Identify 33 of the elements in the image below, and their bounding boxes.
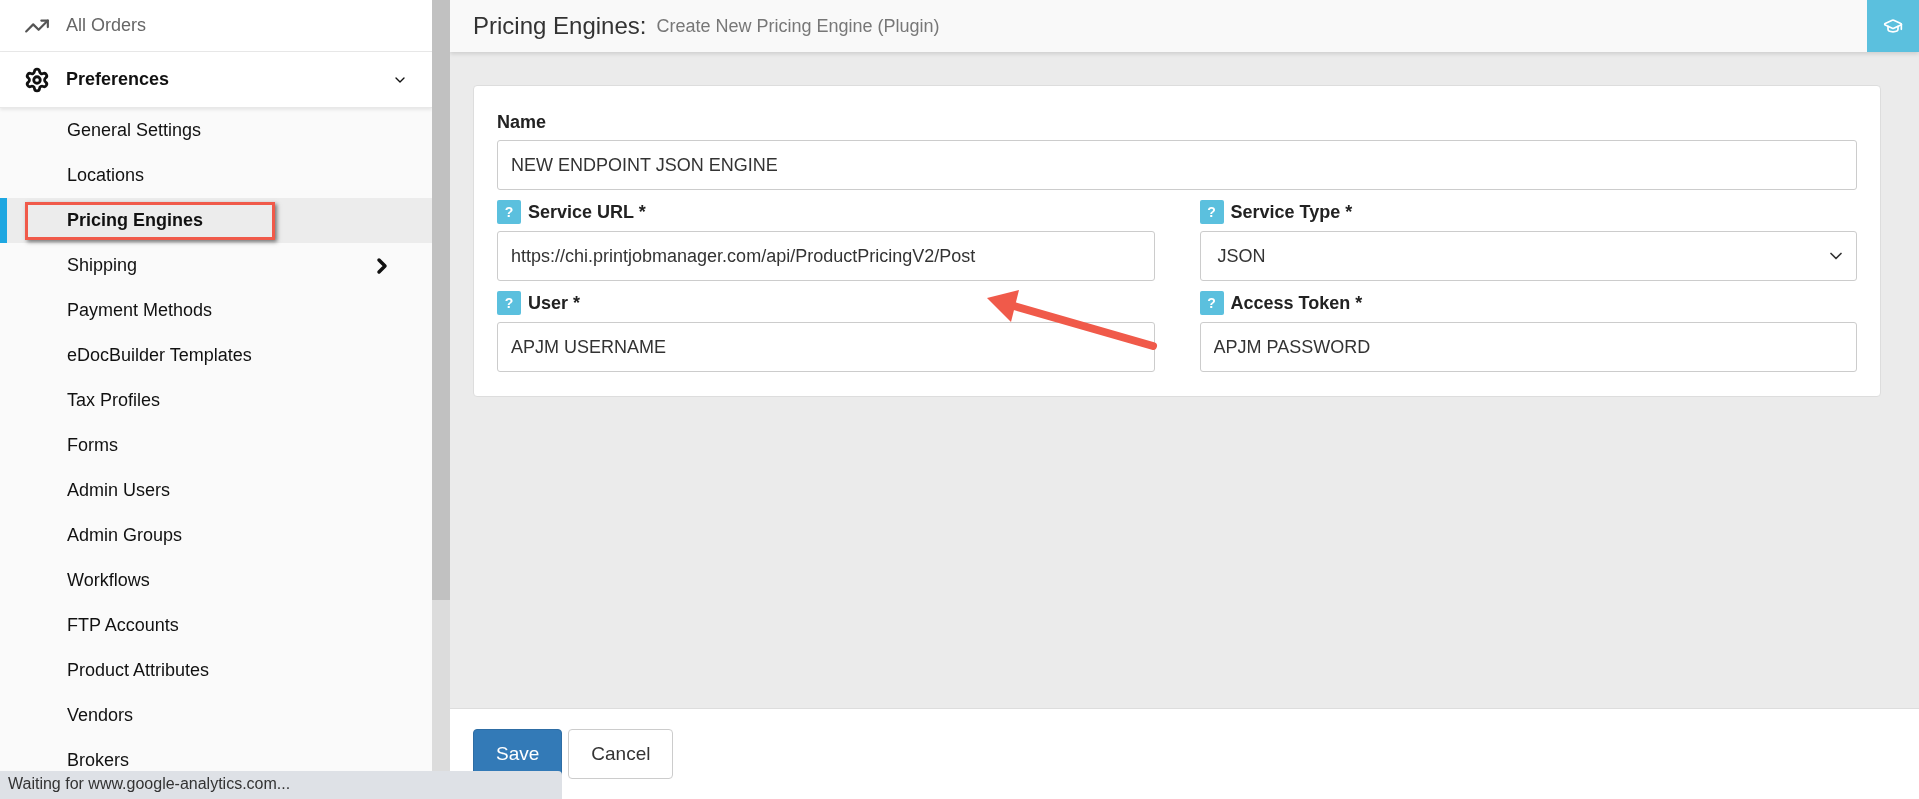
sidebar-item[interactable]: Payment Methods	[0, 288, 432, 333]
sidebar-item[interactable]: All Orders	[0, 0, 432, 52]
sidebar-item[interactable]: Shipping	[0, 243, 432, 288]
graduation-cap-icon[interactable]	[1867, 0, 1919, 52]
sidebar-item[interactable]: Forms	[0, 423, 432, 468]
field-label: User *	[528, 292, 581, 314]
sidebar-item[interactable]: Pricing Engines	[0, 198, 432, 243]
sidebar-item[interactable]: Tax Profiles	[0, 378, 432, 423]
input-field[interactable]: APJM PASSWORD	[1199, 322, 1857, 372]
active-indicator	[0, 198, 7, 243]
field-label: Service URL *	[528, 201, 646, 223]
sidebar-item[interactable]: Vendors	[0, 693, 432, 738]
page-title: Pricing Engines:	[473, 12, 647, 40]
field-label: Name	[497, 112, 547, 133]
field-label: Access Token *	[1230, 292, 1363, 314]
sidebar-item[interactable]: FTP Accounts	[0, 603, 432, 648]
cancel-button[interactable]: Cancel	[568, 729, 674, 779]
sidebar-item[interactable]: Admin Groups	[0, 513, 432, 558]
sidebar-item[interactable]: Preferences	[0, 52, 432, 108]
sidebar-item[interactable]: Admin Users	[0, 468, 432, 513]
sidebar-item[interactable]: eDocBuilder Templates	[0, 333, 432, 378]
field-label: Service Type *	[1230, 201, 1353, 223]
settings-icon	[24, 66, 50, 93]
input-field[interactable]: NEW ENDPOINT JSON ENGINE	[497, 140, 1857, 190]
sidebar-item[interactable]: Workflows	[0, 558, 432, 603]
page-subtitle: Create New Pricing Engine (Plugin)	[656, 15, 941, 37]
status-toast: Waiting for www.google-analytics.com...	[0, 771, 562, 799]
select-field[interactable]: JSON	[1199, 231, 1857, 281]
sidebar-item[interactable]: Product Attributes	[0, 648, 432, 693]
sidebar-item[interactable]: Locations	[0, 153, 432, 198]
input-field[interactable]: APJM USERNAME	[497, 322, 1155, 372]
sidebar-item[interactable]: General Settings	[0, 108, 432, 153]
input-field[interactable]: https://chi.printjobmanager.com/api/ProductPricingV2/Post	[497, 231, 1155, 281]
